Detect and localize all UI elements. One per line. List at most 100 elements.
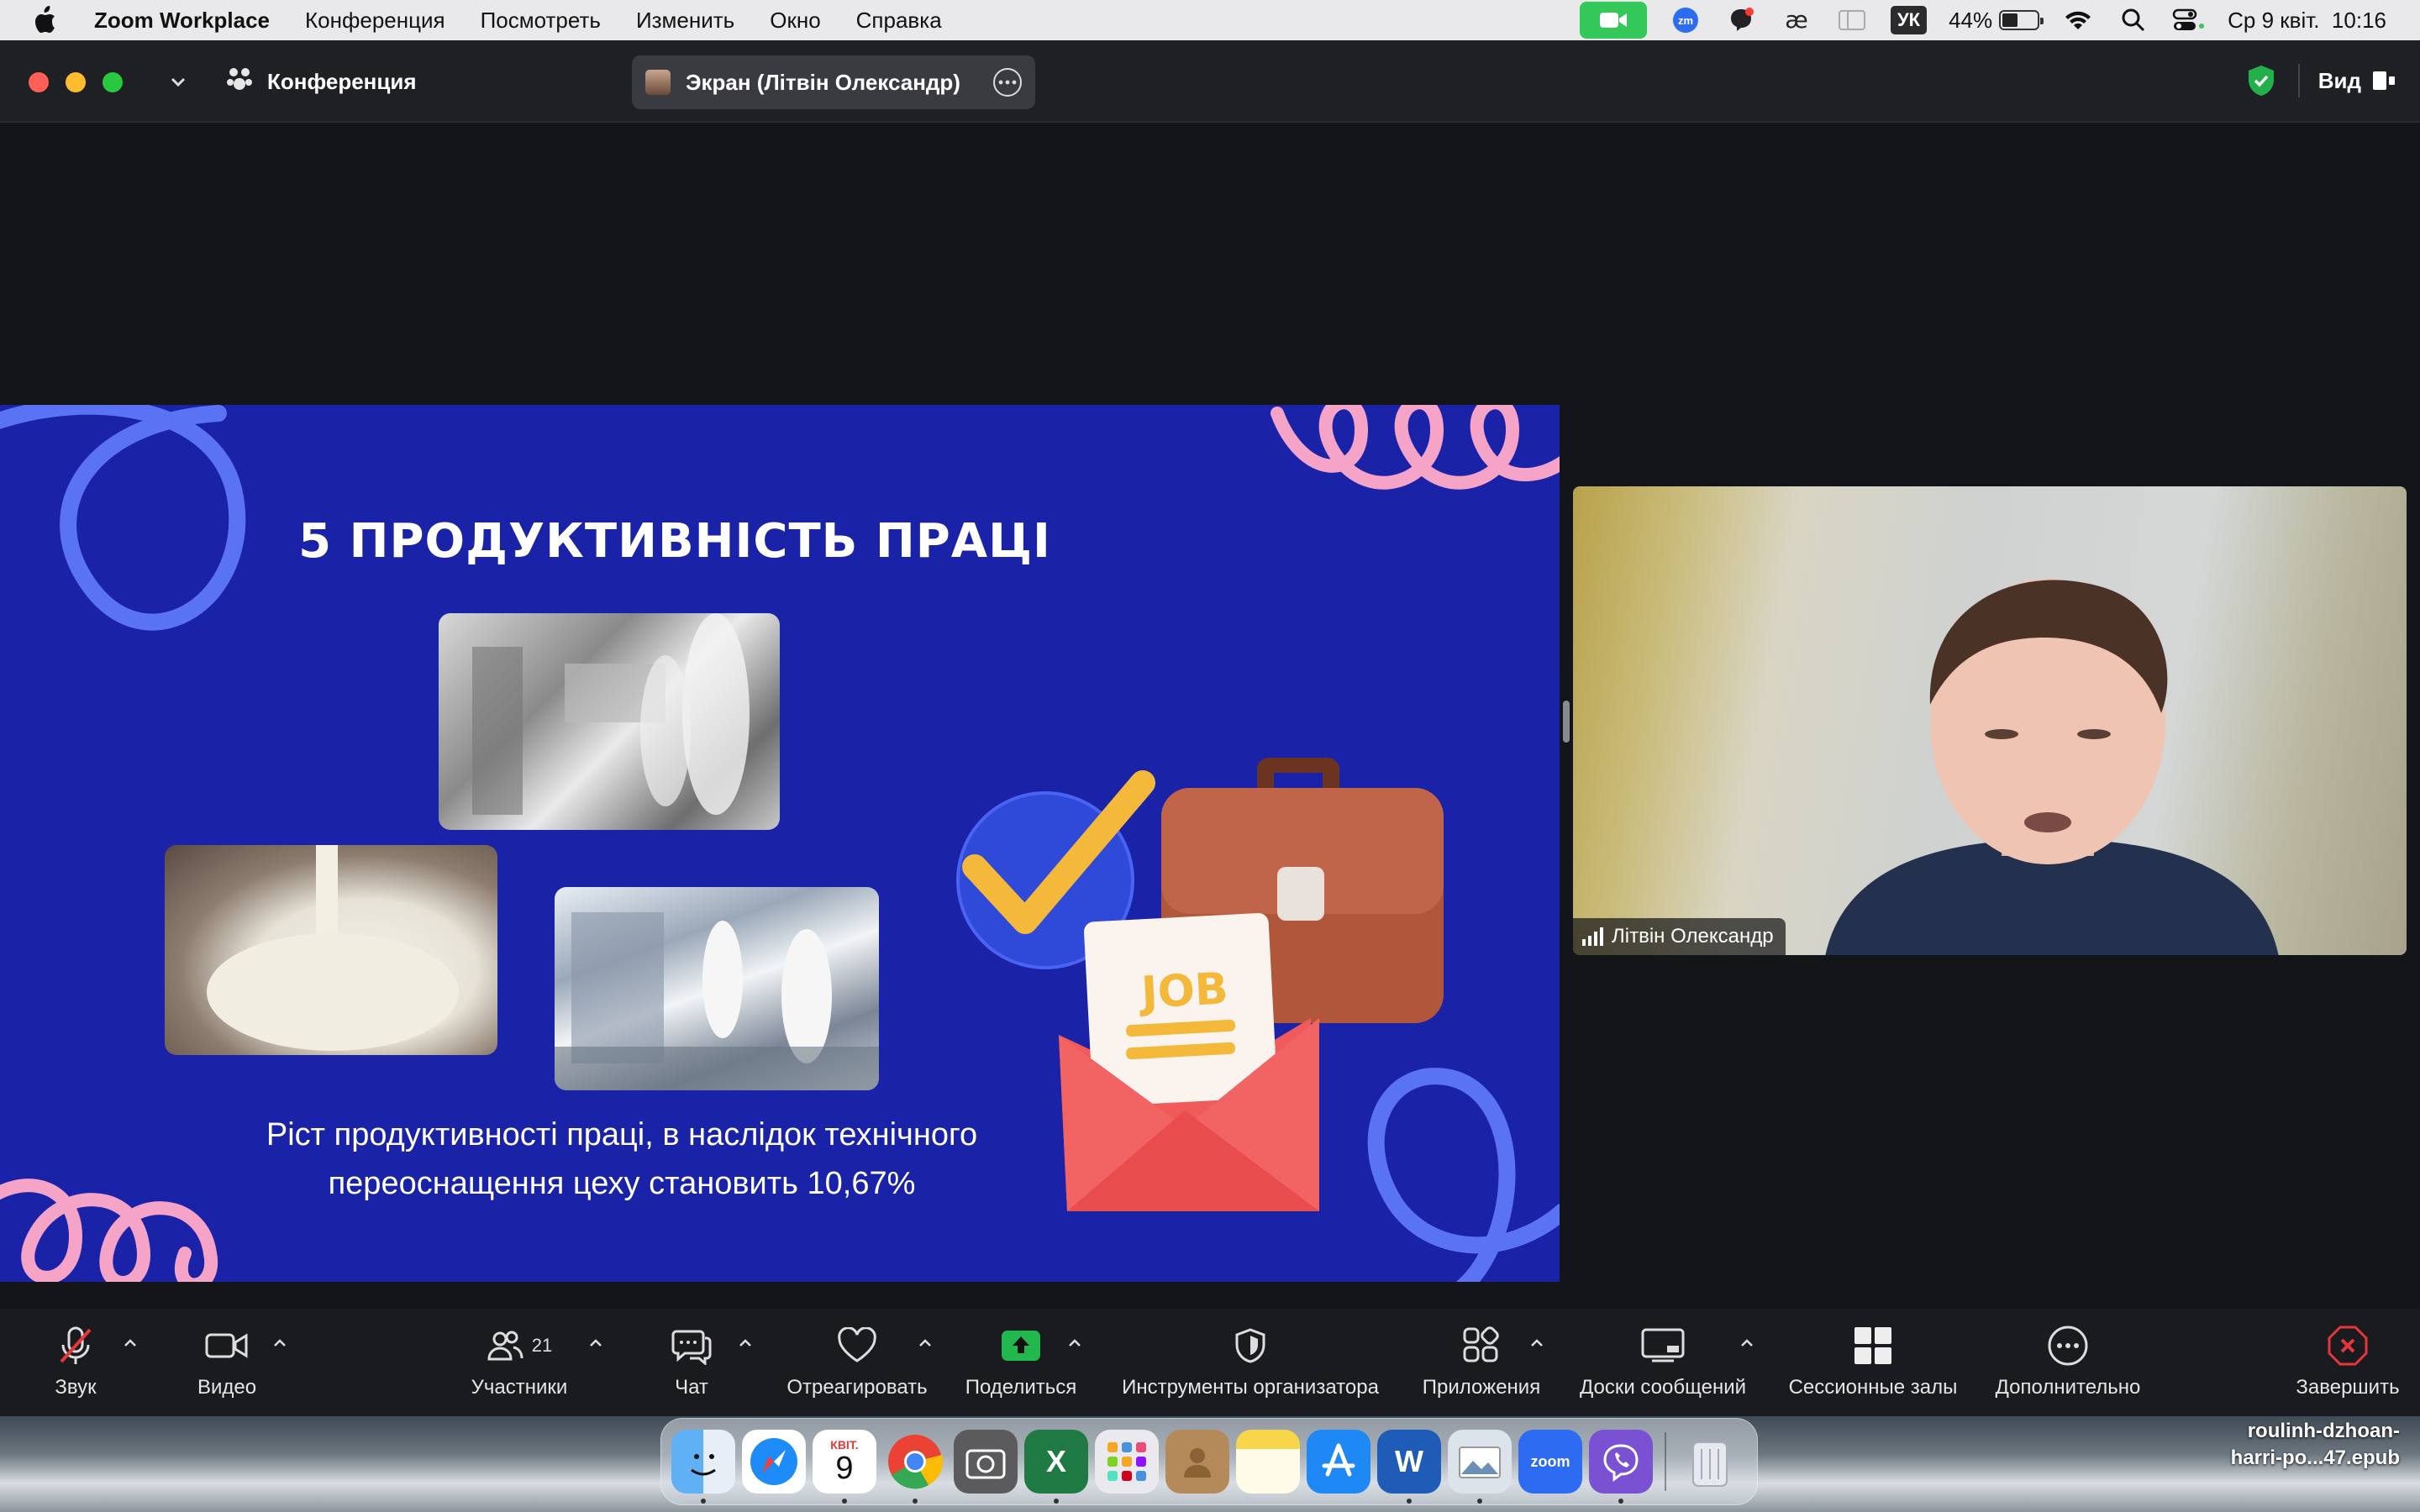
menu-help[interactable]: Справка	[856, 8, 942, 34]
ae-input-icon[interactable]: æ	[1780, 7, 1813, 34]
view-layout-icon	[2373, 71, 2395, 90]
zoom-app-icon[interactable]: zoom	[1518, 1430, 1582, 1494]
view-label: Вид	[2317, 67, 2361, 93]
more-options-circle-icon	[2048, 1326, 2088, 1366]
slide-title: 5 ПРОДУКТИВНІСТЬ ПРАЦІ	[0, 514, 1560, 569]
calendar-icon[interactable]: КВІТ. 9	[813, 1430, 876, 1504]
host-tools-button[interactable]: Инструменты организатора	[1109, 1320, 1392, 1399]
apple-menu-icon[interactable]	[32, 6, 66, 34]
chrome-icon[interactable]	[883, 1430, 947, 1504]
preview-icon[interactable]	[1448, 1430, 1512, 1504]
react-button[interactable]: Отреагировать	[780, 1320, 934, 1399]
slide-title-text: 5 ПРОДУКТИВНІСТЬ ПРАЦІ	[298, 514, 1051, 569]
participant-video-feed	[1825, 579, 2279, 955]
menubar-clock[interactable]: Ср 9 квіт. 10:16	[2228, 8, 2386, 34]
trash-icon[interactable]	[1678, 1430, 1742, 1494]
keyboard-layout-badge[interactable]: УК	[1890, 6, 1928, 34]
screenshot-icon[interactable]	[954, 1430, 1018, 1494]
battery-status[interactable]: 44%	[1949, 7, 2044, 34]
breakout-rooms-button[interactable]: Сессионные залы	[1781, 1320, 1965, 1399]
control-center-icon[interactable]	[2172, 7, 2206, 34]
share-screen-button[interactable]: Поделиться	[961, 1320, 1081, 1399]
whiteboards-label: Доски сообщений	[1579, 1376, 1747, 1399]
window-close-button[interactable]	[29, 72, 49, 92]
search-icon[interactable]	[2117, 7, 2150, 34]
more-button[interactable]: Дополнительно	[1990, 1320, 2146, 1399]
zoom-video-status-icon[interactable]	[1579, 2, 1647, 39]
menu-view[interactable]: Посмотреть	[481, 8, 601, 34]
svg-text:æ: æ	[1785, 8, 1808, 33]
battery-icon	[1999, 10, 2044, 30]
notes-icon[interactable]	[1236, 1430, 1300, 1494]
menu-window[interactable]: Окно	[770, 8, 820, 34]
calendar-day: 9	[835, 1451, 854, 1486]
audio-options-caret[interactable]	[121, 1334, 139, 1352]
menu-app-name[interactable]: Zoom Workplace	[94, 8, 270, 34]
slide-caption-line2: переоснащення цеху становить 10,67%	[328, 1166, 916, 1201]
desktop-file-name-line1: roulinh-dzhoan-	[2247, 1420, 2400, 1442]
apps-button[interactable]: Приложения	[1418, 1320, 1544, 1399]
divider	[2297, 64, 2300, 97]
heart-icon	[838, 1327, 876, 1362]
launchpad-icon[interactable]	[1095, 1430, 1159, 1494]
viber-icon[interactable]	[1589, 1430, 1653, 1504]
react-options-caret[interactable]	[916, 1334, 934, 1352]
apps-icon	[1463, 1326, 1499, 1362]
end-meeting-button[interactable]: Завершить	[2292, 1320, 2403, 1399]
meeting-info-icon	[225, 66, 254, 98]
whiteboard-icon	[1641, 1328, 1685, 1362]
title-bar-right: Вид	[2243, 62, 2396, 99]
view-button[interactable]: Вид	[2318, 68, 2396, 94]
end-meeting-label: Завершить	[2296, 1376, 2400, 1399]
menu-bar: Zoom Workplace Конференция Посмотреть Из…	[0, 0, 2420, 40]
breakout-rooms-icon	[1854, 1327, 1891, 1364]
participants-icon	[487, 1331, 523, 1361]
wifi-icon[interactable]	[2061, 7, 2095, 34]
app-store-icon[interactable]	[1307, 1430, 1370, 1494]
participant-name-tag: Літвін Олександр	[1573, 918, 1786, 955]
more-options-icon[interactable]	[993, 68, 1022, 97]
menu-edit[interactable]: Изменить	[636, 8, 734, 34]
battery-percent: 44%	[1949, 7, 1993, 33]
window-minimize-button[interactable]	[66, 72, 86, 92]
share-options-caret[interactable]	[1065, 1334, 1084, 1352]
desktop-file-epub[interactable]: roulinh-dzhoan- harri-po...47.epub	[2198, 1418, 2400, 1472]
excel-icon[interactable]: X	[1024, 1430, 1088, 1504]
participants-options-caret[interactable]	[587, 1334, 605, 1352]
job-label: JOB	[1138, 963, 1229, 1018]
meeting-title: Конференция	[267, 69, 417, 94]
host-tools-shield-icon	[1235, 1328, 1265, 1363]
screen-share-label: Экран (Літвін Олександр)	[686, 69, 960, 95]
screen-share-indicator[interactable]: Экран (Літвін Олександр)	[632, 55, 1035, 109]
whiteboards-button[interactable]: Доски сообщений	[1571, 1320, 1754, 1399]
chevron-down-icon[interactable]	[165, 69, 192, 96]
audio-button[interactable]: Звук	[42, 1320, 109, 1399]
chat-button[interactable]: Чат	[664, 1320, 719, 1399]
chat-options-caret[interactable]	[736, 1334, 755, 1352]
whiteboards-options-caret[interactable]	[1738, 1334, 1756, 1352]
menu-conference[interactable]: Конференция	[305, 8, 445, 34]
sidebar-toggle-icon[interactable]	[1835, 7, 1869, 34]
safari-icon[interactable]	[742, 1430, 806, 1494]
video-button[interactable]: Видео	[185, 1320, 269, 1399]
share-screen-icon	[1002, 1331, 1040, 1361]
encryption-shield-icon[interactable]	[2243, 62, 2280, 99]
window-maximize-button[interactable]	[103, 72, 123, 92]
presenter-avatar	[645, 70, 671, 95]
word-icon[interactable]: W	[1377, 1430, 1441, 1504]
video-options-caret[interactable]	[271, 1334, 289, 1352]
finder-icon[interactable]	[671, 1430, 735, 1504]
participant-video-tile[interactable]: Літвін Олександр	[1573, 486, 2407, 955]
contacts-icon[interactable]	[1165, 1430, 1229, 1494]
condensed-milk-photo	[165, 845, 497, 1055]
chat-label: Чат	[675, 1376, 708, 1399]
pink-loops-decoration-top-right	[1270, 405, 1560, 490]
panel-resize-handle[interactable]	[1563, 701, 1570, 743]
meeting-info[interactable]: Конференция	[225, 66, 417, 98]
participants-button[interactable]: 21 Участники	[460, 1320, 578, 1399]
viber-status-icon[interactable]	[1724, 7, 1758, 34]
video-label: Видео	[197, 1376, 257, 1399]
apps-options-caret[interactable]	[1528, 1334, 1546, 1352]
zoom-menu-icon[interactable]: zm	[1669, 7, 1702, 34]
host-tools-label: Инструменты организатора	[1122, 1376, 1379, 1399]
